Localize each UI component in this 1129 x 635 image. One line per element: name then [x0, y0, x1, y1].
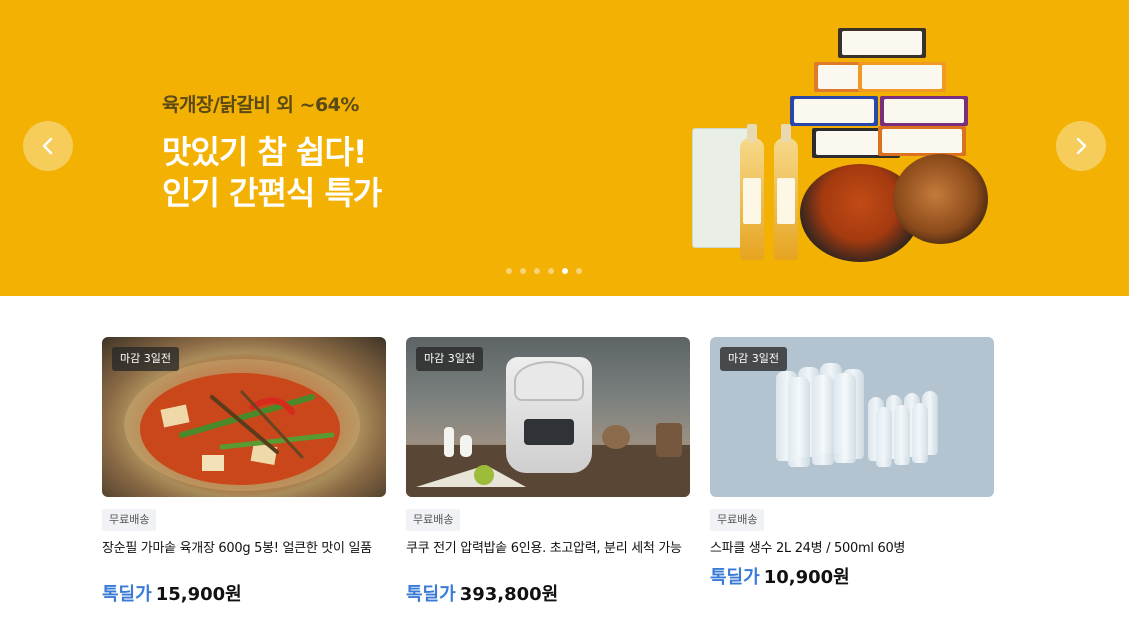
product-card[interactable]: 마감 3일전 무료배송 스파클 생수 2L 24병 / 500ml 60병 톡딜… [710, 337, 994, 588]
banner-prev-button[interactable] [23, 121, 73, 171]
price-value: 10,900원 [763, 567, 850, 588]
product-name[interactable]: 스파클 생수 2L 24병 / 500ml 60병 [710, 540, 994, 557]
product-name[interactable]: 장순필 가마솥 육개장 600g 5봉! 얼큰한 맛이 일품 [102, 540, 386, 557]
product-card[interactable]: 마감 3일전 무료배송 장순필 가마솥 육개장 600g 5봉! 얼큰한 맛이 … [102, 337, 386, 605]
product-name[interactable]: 쿠쿠 전기 압력밥솥 6인용. 초고압력, 분리 세척 가능 [406, 540, 690, 557]
price-tag-label: 톡딜가 [102, 584, 152, 605]
pagination-dot[interactable] [520, 268, 526, 274]
banner-title: 맛있기 참 쉽다! 인기 간편식 특가 [162, 132, 382, 214]
pagination-dot[interactable] [548, 268, 554, 274]
banner-pagination[interactable] [506, 268, 582, 274]
banner-next-button[interactable] [1056, 121, 1106, 171]
pagination-dot[interactable] [562, 268, 568, 274]
pagination-dot[interactable] [534, 268, 540, 274]
banner-subtitle: 육개장/닭갈비 외 ~64% [162, 94, 359, 116]
water-bottles-image [772, 351, 942, 471]
price-value: 15,900원 [155, 584, 242, 605]
chevron-left-icon [42, 137, 53, 155]
pagination-dot[interactable] [576, 268, 582, 274]
price-value: 393,800원 [459, 584, 559, 605]
free-shipping-badge: 무료배송 [710, 509, 765, 531]
product-card[interactable]: 마감 3일전 무료배송 쿠쿠 전기 압력밥솥 6인용. 초고압력, 분리 세척 … [406, 337, 690, 605]
banner-title-line1: 맛있기 참 쉽다! [162, 133, 368, 171]
pagination-dot[interactable] [506, 268, 512, 274]
deadline-badge: 마감 3일전 [720, 347, 787, 371]
promo-banner[interactable]: 육개장/닭갈비 외 ~64% 맛있기 참 쉽다! 인기 간편식 특가 [0, 0, 1129, 296]
banner-title-line2: 인기 간편식 특가 [162, 174, 382, 212]
rice-cooker-image [506, 357, 592, 473]
deadline-badge: 마감 3일전 [416, 347, 483, 371]
product-image[interactable]: 마감 3일전 [102, 337, 386, 497]
free-shipping-badge: 무료배송 [406, 509, 461, 531]
banner-product-image [688, 26, 993, 266]
product-image[interactable]: 마감 3일전 [710, 337, 994, 497]
product-price: 톡딜가 15,900원 [102, 580, 242, 606]
free-shipping-badge: 무료배송 [102, 509, 157, 531]
product-price: 톡딜가 10,900원 [710, 563, 850, 589]
deadline-badge: 마감 3일전 [112, 347, 179, 371]
product-price: 톡딜가 393,800원 [406, 580, 558, 606]
price-tag-label: 톡딜가 [406, 584, 456, 605]
price-tag-label: 톡딜가 [710, 567, 760, 588]
product-image[interactable]: 마감 3일전 [406, 337, 690, 497]
chevron-right-icon [1076, 137, 1087, 155]
